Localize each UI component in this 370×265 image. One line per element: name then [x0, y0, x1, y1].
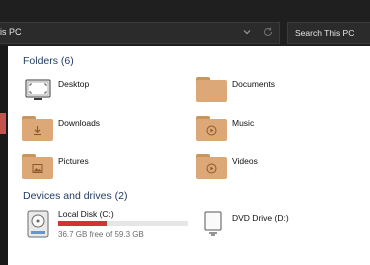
address-bar[interactable]: is PC: [0, 22, 280, 44]
file-explorer-window: is PC Search This PC Folders (6) Desktop…: [0, 0, 370, 265]
address-path: is PC: [0, 27, 22, 37]
pictures-folder-icon: [22, 154, 53, 179]
content-pane: Folders (6) Desktop Documents Downloads …: [8, 46, 370, 265]
image-icon: [32, 164, 43, 173]
drive-name: DVD Drive (D:): [232, 213, 289, 223]
dvd-drive-icon: [204, 211, 222, 236]
videos-folder-icon: [196, 154, 227, 179]
play-circle-icon: [206, 163, 217, 174]
folder-label: Pictures: [58, 156, 89, 166]
folder-label: Documents: [232, 79, 275, 89]
search-placeholder: Search This PC: [295, 28, 355, 38]
address-toolbar: is PC Search This PC: [0, 0, 370, 46]
folder-label: Videos: [232, 156, 258, 166]
play-circle-icon: [206, 125, 217, 136]
drive-usage-fill: [58, 221, 108, 226]
chevron-down-icon[interactable]: [241, 26, 253, 38]
drive-free-space: 36.7 GB free of 59.3 GB: [58, 230, 144, 239]
hard-disk-icon: [27, 210, 49, 238]
folder-label: Desktop: [58, 79, 90, 89]
devices-section-title[interactable]: Devices and drives (2): [23, 190, 127, 202]
folder-label: Downloads: [58, 118, 101, 128]
refresh-icon[interactable]: [262, 26, 274, 38]
drive-name: Local Disk (C:): [58, 209, 114, 219]
documents-folder-icon: [196, 77, 227, 102]
download-arrow-icon: [34, 126, 41, 136]
desktop-icon: [25, 79, 51, 100]
nav-selected-indicator[interactable]: [0, 113, 6, 134]
drive-usage-bar: [58, 221, 188, 226]
folder-label: Music: [232, 118, 255, 128]
folders-section-title[interactable]: Folders (6): [23, 55, 74, 67]
music-folder-icon: [196, 116, 227, 141]
downloads-folder-icon: [22, 116, 53, 141]
navigation-pane: [0, 46, 8, 265]
search-box[interactable]: Search This PC: [287, 22, 370, 44]
